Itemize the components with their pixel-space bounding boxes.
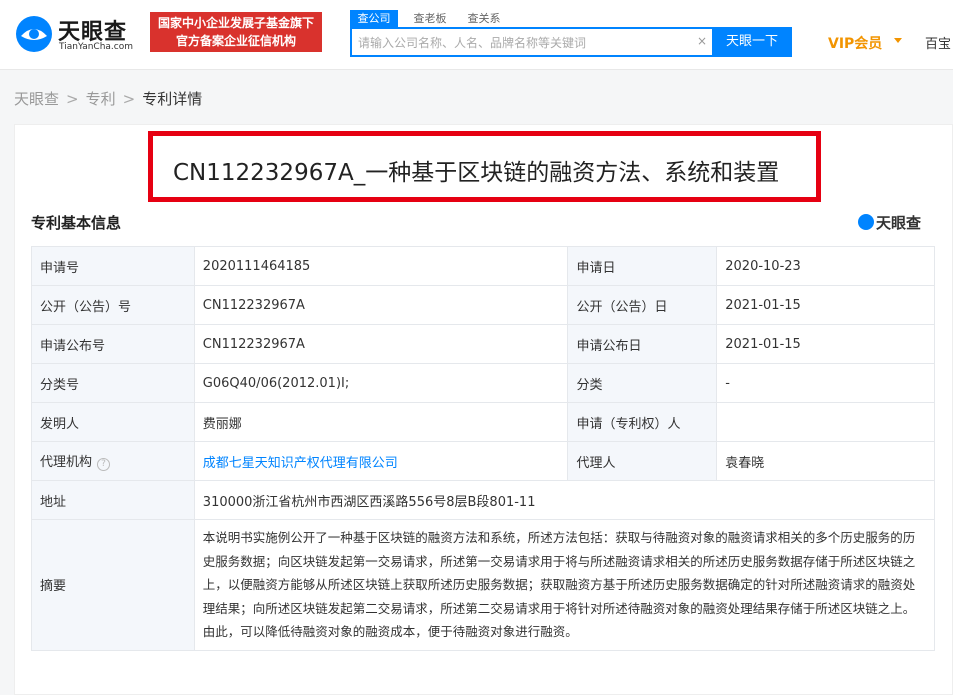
- value-announcement-no: CN112232967A: [193, 324, 569, 364]
- label-abstract: 摘要: [31, 519, 195, 651]
- table-row: 地址 310000浙江省杭州市西湖区西溪路556号8层B段801-11: [31, 480, 936, 520]
- label-agent: 代理人: [567, 441, 718, 481]
- chevron-right-icon: >: [66, 90, 79, 108]
- table-row: 申请号 2020111464185 申请日 2020-10-23: [31, 246, 935, 286]
- patent-info-table: 申请号 2020111464185 申请日 2020-10-23 公开（公告）号…: [31, 246, 936, 651]
- table-row: 分类号 G06Q40/06(2012.01)I; 分类 -: [31, 363, 935, 403]
- value-announcement-date: 2021-01-15: [716, 324, 935, 364]
- label-inventor: 发明人: [31, 402, 195, 442]
- value-publication-date: 2021-01-15: [716, 285, 935, 325]
- label-applicant: 申请（专利权）人: [567, 402, 718, 442]
- table-row: 代理机构? 成都七星天知识产权代理有限公司 代理人 袁春晓: [31, 441, 935, 481]
- value-address: 310000浙江省杭州市西湖区西溪路556号8层B段801-11: [193, 480, 936, 520]
- value-abstract: 本说明书实施例公开了一种基于区块链的融资方法和系统，所述方法包括：获取与待融资对…: [193, 519, 936, 651]
- baike-link[interactable]: 百宝: [925, 33, 951, 52]
- table-row: 申请公布号 CN112232967A 申请公布日 2021-01-15: [31, 324, 935, 364]
- top-navbar: 天眼查 TianYanCha.com 国家中小企业发展子基金旗下 官方备案企业征…: [0, 0, 953, 70]
- tianyancha-logo[interactable]: 天眼查 TianYanCha.com: [14, 12, 140, 56]
- slogan-line-2: 官方备案企业征信机构: [175, 34, 296, 48]
- value-application-date: 2020-10-23: [716, 246, 935, 286]
- value-publication-no: CN112232967A: [193, 285, 569, 325]
- label-application-date: 申请日: [567, 246, 718, 286]
- section-title: 专利基本信息: [31, 214, 122, 232]
- value-inventor: 费丽娜: [193, 402, 569, 442]
- search-box: × 天眼一下: [350, 27, 792, 57]
- agency-label-text: 代理机构: [40, 455, 93, 470]
- clear-icon[interactable]: ×: [697, 34, 707, 48]
- value-agency-link[interactable]: 成都七星天知识产权代理有限公司: [193, 441, 569, 481]
- search-input[interactable]: [358, 33, 688, 53]
- value-applicant: [716, 402, 935, 442]
- label-announcement-no: 申请公布号: [31, 324, 195, 364]
- label-address: 地址: [31, 480, 195, 520]
- brand-watermark: 天眼查: [858, 212, 921, 233]
- logo-eye-icon: [858, 214, 874, 230]
- chevron-down-icon[interactable]: [894, 38, 902, 43]
- table-row: 摘要 本说明书实施例公开了一种基于区块链的融资方法和系统，所述方法包括：获取与待…: [31, 519, 936, 651]
- tab-search-boss[interactable]: 查老板: [406, 10, 454, 28]
- page-title: CN112232967A_一种基于区块链的融资方法、系统和装置: [173, 160, 780, 186]
- breadcrumb: 天眼查 > 专利 > 专利详情: [14, 88, 202, 109]
- slogan-line-1: 国家中小企业发展子基金旗下: [157, 16, 314, 30]
- search-button[interactable]: 天眼一下: [712, 27, 792, 57]
- tab-search-relation[interactable]: 查关系: [460, 10, 508, 28]
- value-agent: 袁春晓: [716, 441, 935, 481]
- help-icon[interactable]: ?: [97, 458, 111, 471]
- value-application-no: 2020111464185: [193, 246, 569, 286]
- breadcrumb-current: 专利详情: [142, 90, 203, 108]
- breadcrumb-home[interactable]: 天眼查: [14, 88, 59, 109]
- label-publication-no: 公开（公告）号: [31, 285, 195, 325]
- value-classification-no: G06Q40/06(2012.01)I;: [193, 363, 569, 403]
- vip-member-link[interactable]: VIP会员: [828, 33, 882, 53]
- table-row: 公开（公告）号 CN112232967A 公开（公告）日 2021-01-15: [31, 285, 935, 325]
- label-agency: 代理机构?: [31, 441, 195, 481]
- tab-search-company[interactable]: 查公司: [350, 10, 398, 28]
- logo-eye-icon: [16, 16, 52, 52]
- label-publication-date: 公开（公告）日: [567, 285, 718, 325]
- value-category: -: [716, 363, 935, 403]
- brand-label: 天眼查: [876, 214, 922, 232]
- breadcrumb-patent[interactable]: 专利: [86, 88, 116, 109]
- logo-subtitle: TianYanCha.com: [59, 42, 134, 52]
- label-category: 分类: [567, 363, 718, 403]
- table-row: 发明人 费丽娜 申请（专利权）人: [31, 402, 935, 442]
- patent-title-highlight: CN112232967A_一种基于区块链的融资方法、系统和装置: [148, 131, 821, 202]
- label-application-no: 申请号: [31, 246, 195, 286]
- official-slogan-badge: 国家中小企业发展子基金旗下 官方备案企业征信机构: [150, 12, 322, 52]
- label-announcement-date: 申请公布日: [567, 324, 718, 364]
- chevron-right-icon: >: [122, 90, 136, 108]
- label-classification-no: 分类号: [31, 363, 195, 403]
